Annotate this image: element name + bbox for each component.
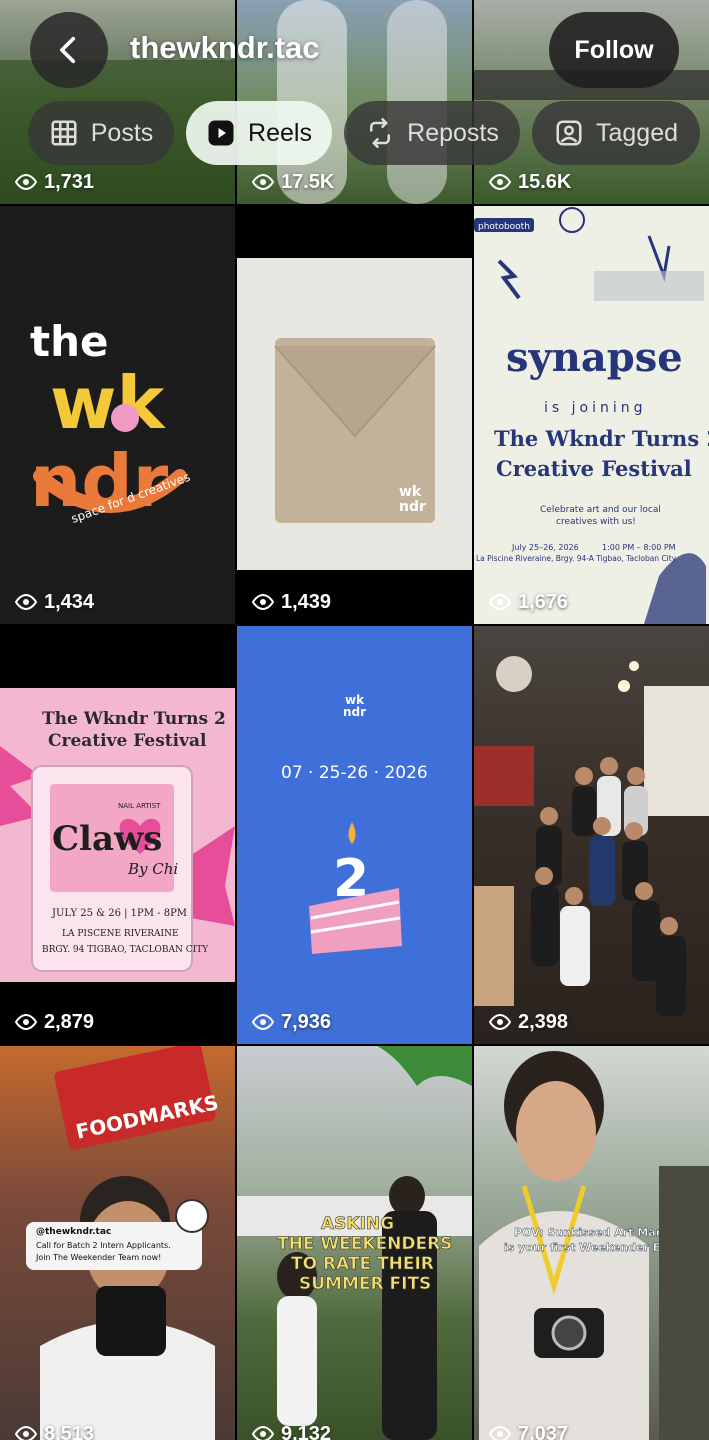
eye-icon	[488, 173, 512, 191]
synapse-poster-art: photobooth synapse is joining The Wkndr …	[474, 207, 709, 624]
eye-icon	[14, 593, 38, 611]
art-text: photobooth	[478, 222, 530, 232]
view-count: 2,398	[488, 1010, 568, 1034]
art-text: is joining	[544, 400, 647, 416]
view-count: 2,879	[14, 1010, 94, 1034]
reel-tile[interactable]: the wk ndr space for d creatives 1,434	[0, 206, 235, 624]
back-button[interactable]	[30, 12, 108, 88]
art-text: Creative Festival	[48, 731, 207, 751]
art-text: ndr	[399, 499, 426, 515]
art-text: TO RATE THEIR	[291, 1254, 434, 1274]
username-title: thewkndr.tac	[130, 30, 320, 65]
reel-tile[interactable]: FOODMARKS @thewkndr.tac Call for Batch 2…	[0, 1046, 235, 1440]
reels-icon	[208, 120, 234, 146]
art-text: wk	[399, 484, 422, 500]
birthday-cake-art: wk ndr 07 · 25-26 · 2026 2	[281, 693, 428, 954]
art-text: BRGY. 94 TIGBAO, TACLOBAN CITY	[42, 945, 209, 955]
art-text: @thewkndr.tac	[36, 1227, 111, 1237]
art-text: LA PISCENE RIVERAINE	[62, 929, 179, 939]
eye-icon	[14, 1013, 38, 1031]
art-text: SUMMER FITS	[299, 1274, 431, 1294]
reels-grid: 1,731 17.5K 15.6K the wk ndr space for d…	[0, 0, 709, 1440]
art-text: the	[30, 317, 108, 366]
reel-tile[interactable]: wk ndr 07 · 25-26 · 2026 2 7,936	[237, 626, 472, 1044]
art-text: THE WEEKENDERS	[277, 1234, 452, 1254]
envelope-art: wk ndr	[274, 338, 436, 523]
view-count: 1,439	[251, 590, 331, 614]
view-count: 15.6K	[488, 170, 571, 194]
reel-tile[interactable]: ASKING THE WEEKENDERS TO RATE THEIR SUMM…	[237, 1046, 472, 1440]
art-text: synapse	[506, 334, 683, 381]
view-count: 1,676	[488, 590, 568, 614]
view-count: 1,731	[14, 170, 94, 194]
art-text: The Wkndr Turns 2	[494, 426, 709, 451]
tab-posts[interactable]: Posts	[28, 101, 174, 165]
tab-label: Reposts	[407, 118, 499, 147]
view-count: 17.5K	[251, 170, 334, 194]
profile-header: thewkndr.tac Follow	[0, 0, 709, 100]
art-market-photo-art: POV: Sunkissed Art Market is your first …	[479, 1051, 709, 1440]
art-text: Claws	[52, 819, 162, 859]
eye-icon	[14, 1425, 38, 1440]
view-count: 7,936	[251, 1010, 331, 1034]
grid-icon	[51, 120, 77, 146]
art-text: Join The Weekender Team now!	[35, 1253, 161, 1262]
reel-tile[interactable]: 2,398	[474, 626, 709, 1044]
art-text: wk	[50, 361, 167, 445]
tab-label: Reels	[248, 118, 312, 147]
art-text: July 25–26, 2026	[511, 543, 579, 552]
eye-icon	[251, 1425, 275, 1440]
art-text: By Chi	[127, 860, 178, 878]
art-text: Call for Batch 2 Intern Applicants.	[36, 1241, 171, 1250]
view-count: 8,513	[14, 1422, 94, 1440]
art-text: 07 · 25-26 · 2026	[281, 763, 428, 783]
reel-tile[interactable]: photobooth synapse is joining The Wkndr …	[474, 206, 709, 624]
art-text: Creative Festival	[496, 456, 692, 481]
art-text: JULY 25 & 26 | 1PM - 8PM	[51, 908, 187, 919]
tab-tagged[interactable]: Tagged	[532, 101, 700, 165]
follow-button[interactable]: Follow	[549, 12, 679, 88]
tab-reels[interactable]: Reels	[186, 101, 332, 165]
view-count: 7,037	[488, 1422, 568, 1440]
eye-icon	[488, 593, 512, 611]
view-count: 9,132	[251, 1422, 331, 1440]
tab-reposts[interactable]: Reposts	[344, 101, 520, 165]
tagged-icon	[556, 120, 582, 146]
view-count: 1,434	[14, 590, 94, 614]
art-text: La Piscine Riveraine, Brgy. 94-A Tigbao,…	[476, 554, 677, 563]
reel-tile[interactable]: wk ndr 1,439	[237, 206, 472, 624]
art-text: Celebrate art and our local	[540, 505, 661, 515]
eye-icon	[488, 1013, 512, 1031]
profile-tabs: Posts Reels Reposts Tagged	[0, 101, 709, 165]
group-photo-art	[474, 656, 709, 1016]
art-text: NAIL ARTIST	[118, 802, 161, 810]
tab-label: Tagged	[595, 118, 679, 147]
eye-icon	[251, 1013, 275, 1031]
eye-icon	[14, 173, 38, 191]
claws-poster-art: The Wkndr Turns 2 Creative Festival Claw…	[0, 709, 235, 972]
reel-tile[interactable]: The Wkndr Turns 2 Creative Festival Claw…	[0, 626, 235, 1044]
chevron-left-icon	[60, 36, 76, 64]
art-text: ASKING	[321, 1214, 394, 1234]
art-text: The Wkndr Turns 2	[42, 709, 226, 729]
reel-tile[interactable]: POV: Sunkissed Art Market is your first …	[474, 1046, 709, 1440]
art-text: POV: Sunkissed Art Market	[514, 1226, 681, 1239]
eye-icon	[251, 593, 275, 611]
svg-text:ndr: ndr	[343, 705, 366, 719]
art-text: 1:00 PM – 8:00 PM	[602, 543, 676, 552]
foodmarks-photo-art: FOODMARKS @thewkndr.tac Call for Batch 2…	[26, 1046, 220, 1440]
repost-icon	[370, 118, 391, 148]
eye-icon	[251, 173, 275, 191]
summer-fits-photo-art: ASKING THE WEEKENDERS TO RATE THEIR SUMM…	[237, 1046, 472, 1440]
art-text: creatives with us!	[556, 517, 636, 527]
wkndr-logo-art: the wk ndr space for d creatives	[30, 317, 192, 526]
eye-icon	[488, 1425, 512, 1440]
tab-label: Posts	[90, 118, 154, 147]
